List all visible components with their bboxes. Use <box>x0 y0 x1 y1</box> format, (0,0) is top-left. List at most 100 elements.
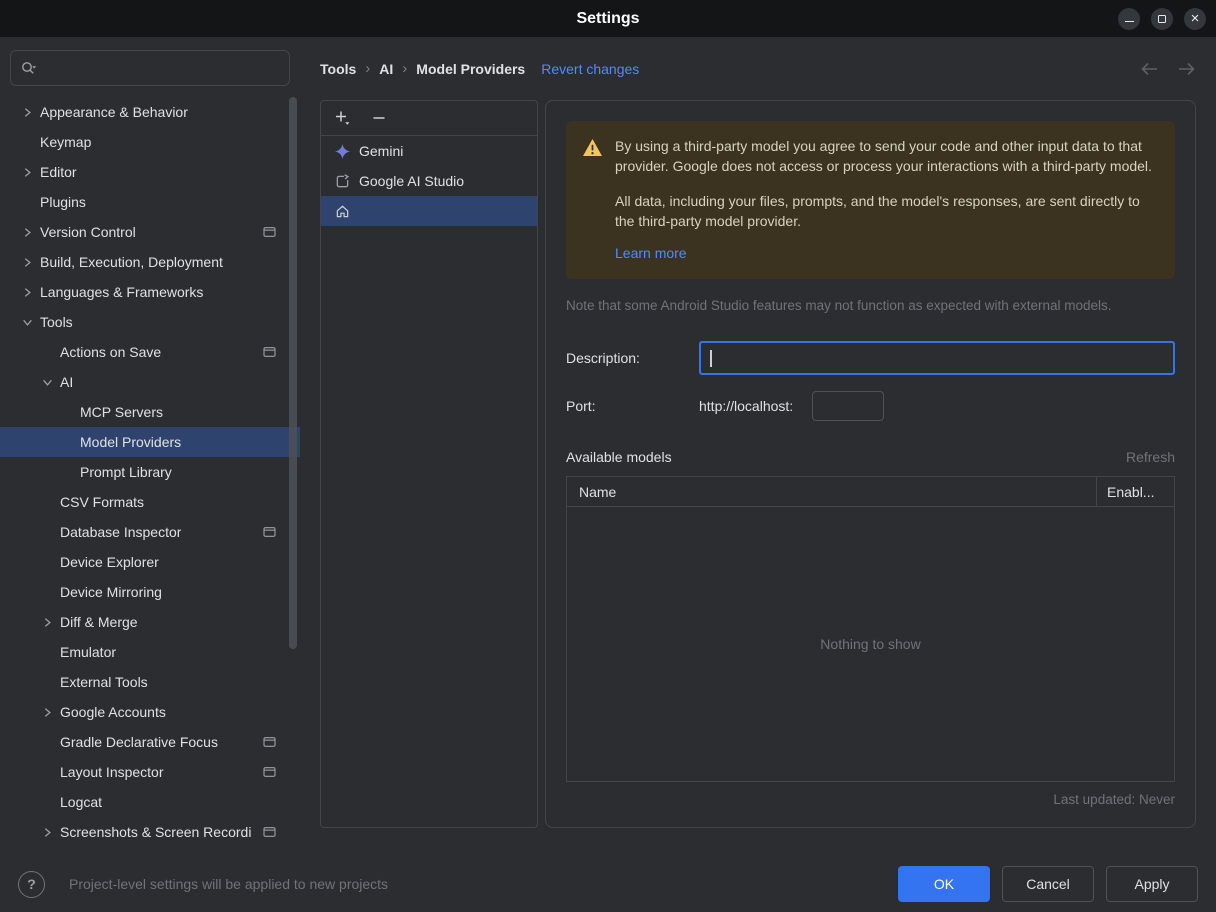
sidebar-item-label: External Tools <box>60 674 148 690</box>
sidebar-item-actions-on-save[interactable]: Actions on Save <box>0 337 300 367</box>
sidebar-item-tools[interactable]: Tools <box>0 307 300 337</box>
screen-icon <box>263 227 276 238</box>
minimize-button[interactable] <box>1118 7 1140 30</box>
screen-icon <box>263 827 276 838</box>
provider-item-gemini[interactable]: Gemini <box>321 136 537 166</box>
google-ai-studio-icon <box>334 173 350 189</box>
sidebar-item-device-explorer[interactable]: Device Explorer <box>0 547 300 577</box>
sidebar-item-label: Screenshots & Screen Recordi <box>60 824 252 840</box>
provider-item-google-ai-studio[interactable]: Google AI Studio <box>321 166 537 196</box>
cancel-button[interactable]: Cancel <box>1002 866 1094 902</box>
ok-button[interactable]: OK <box>898 866 990 902</box>
sidebar-item-editor[interactable]: Editor <box>0 157 300 187</box>
warning-paragraph-2: All data, including your files, prompts,… <box>615 192 1140 229</box>
description-row: Description: <box>566 341 1175 376</box>
add-provider-button[interactable] <box>333 109 351 127</box>
chevron-right-icon[interactable] <box>14 167 40 178</box>
table-body: Nothing to show <box>567 507 1174 781</box>
breadcrumb-item-ai[interactable]: AI <box>379 61 393 77</box>
sidebar-item-version-control[interactable]: Version Control <box>0 217 300 247</box>
search-input[interactable] <box>43 60 280 76</box>
chevron-right-icon[interactable] <box>14 287 40 298</box>
back-arrow-icon <box>1141 62 1157 75</box>
breadcrumb-item-tools[interactable]: Tools <box>320 61 356 77</box>
close-button[interactable]: × <box>1184 7 1206 30</box>
screen-icon <box>263 347 276 358</box>
remove-provider-button[interactable] <box>371 110 387 126</box>
chevron-right-icon[interactable] <box>14 107 40 118</box>
screen-icon <box>263 527 276 538</box>
forward-button[interactable] <box>1177 62 1196 76</box>
provider-toolbar <box>321 101 537 136</box>
sidebar-item-languages-frameworks[interactable]: Languages & Frameworks <box>0 277 300 307</box>
maximize-button[interactable] <box>1151 7 1173 30</box>
port-label: Port: <box>566 398 596 415</box>
description-input[interactable] <box>699 341 1175 376</box>
sidebar-item-csv-formats[interactable]: CSV Formats <box>0 487 300 517</box>
provider-list-panel: Gemini Google AI Studio <box>320 100 538 828</box>
screen-icon <box>263 737 276 748</box>
available-models-row: Available models Refresh <box>566 449 1175 465</box>
breadcrumb-separator: › <box>402 60 408 77</box>
refresh-link[interactable]: Refresh <box>1126 449 1175 465</box>
back-button[interactable] <box>1140 62 1159 76</box>
sidebar-item-ai[interactable]: AI <box>0 367 300 397</box>
sidebar-item-appearance-behavior[interactable]: Appearance & Behavior <box>0 97 300 127</box>
sidebar-item-label: Google Accounts <box>60 704 166 720</box>
sidebar-item-google-accounts[interactable]: Google Accounts <box>0 697 300 727</box>
forward-arrow-icon <box>1179 62 1195 75</box>
help-button[interactable]: ? <box>18 870 45 898</box>
sidebar-item-emulator[interactable]: Emulator <box>0 637 300 667</box>
chevron-right-icon[interactable] <box>14 227 40 238</box>
sidebar-item-model-providers[interactable]: Model Providers <box>0 427 300 457</box>
provider-detail-panel: By using a third-party model you agree t… <box>545 100 1196 828</box>
sidebar-item-plugins[interactable]: Plugins <box>0 187 300 217</box>
sidebar-item-diff-merge[interactable]: Diff & Merge <box>0 607 300 637</box>
main-area: Appearance & Behavior Keymap Editor Plugins… <box>0 37 1216 856</box>
port-input[interactable] <box>812 391 885 422</box>
sidebar-item-label: Model Providers <box>80 434 182 450</box>
provider-item-label: Gemini <box>359 143 404 159</box>
sidebar-item-label: Gradle Declarative Focus <box>60 734 218 750</box>
sidebar-item-build-execution-deployment[interactable]: Build, Execution, Deployment <box>0 247 300 277</box>
apply-button[interactable]: Apply <box>1106 866 1198 902</box>
chevron-right-icon[interactable] <box>34 617 60 628</box>
provider-item-new[interactable] <box>321 196 537 226</box>
sidebar-item-gradle-declarative-focus[interactable]: Gradle Declarative Focus <box>0 727 300 757</box>
window-controls: × <box>1118 0 1206 37</box>
sidebar-item-prompt-library[interactable]: Prompt Library <box>0 457 300 487</box>
sidebar-scrollbar[interactable] <box>289 97 297 649</box>
chevron-right-icon[interactable] <box>34 827 60 838</box>
sidebar-item-database-inspector[interactable]: Database Inspector <box>0 517 300 547</box>
column-header-name[interactable]: Name <box>567 477 1096 506</box>
sidebar-item-device-mirroring[interactable]: Device Mirroring <box>0 577 300 607</box>
footer-note: Project-level settings will be applied t… <box>69 876 389 892</box>
chevron-right-icon[interactable] <box>34 707 60 718</box>
breadcrumb-item-model-providers[interactable]: Model Providers <box>416 61 525 77</box>
sidebar-item-label: Prompt Library <box>80 464 172 480</box>
sidebar-item-mcp-servers[interactable]: MCP Servers <box>0 397 300 427</box>
chevron-down-icon[interactable] <box>34 377 60 388</box>
empty-table-text: Nothing to show <box>820 636 921 653</box>
home-icon <box>334 204 350 219</box>
search-box[interactable] <box>10 50 290 86</box>
provider-list: Gemini Google AI Studio <box>321 136 537 226</box>
sidebar-item-label: AI <box>60 374 74 390</box>
chevron-down-icon[interactable] <box>14 317 40 328</box>
panels: Gemini Google AI Studio By using a third-… <box>320 100 1196 856</box>
sidebar-item-external-tools[interactable]: External Tools <box>0 667 300 697</box>
learn-more-link[interactable]: Learn more <box>615 243 687 263</box>
sidebar-item-layout-inspector[interactable]: Layout Inspector <box>0 757 300 787</box>
revert-changes-link[interactable]: Revert changes <box>541 61 639 77</box>
sidebar-item-label: Keymap <box>40 134 92 150</box>
sidebar-item-logcat[interactable]: Logcat <box>0 787 300 817</box>
sidebar-item-screenshots-screen-recordi[interactable]: Screenshots & Screen Recordi <box>0 817 300 847</box>
chevron-right-icon[interactable] <box>14 257 40 268</box>
warning-banner: By using a third-party model you agree t… <box>566 121 1175 280</box>
external-models-note: Note that some Android Studio features m… <box>566 298 1112 314</box>
settings-window: Settings × Appearance & Behavior Keymap Ed… <box>0 0 1216 912</box>
sidebar-item-keymap[interactable]: Keymap <box>0 127 300 157</box>
titlebar[interactable]: Settings × <box>0 0 1216 37</box>
column-header-enabled[interactable]: Enabl... <box>1096 477 1174 507</box>
sidebar-item-label: Device Mirroring <box>60 584 162 600</box>
